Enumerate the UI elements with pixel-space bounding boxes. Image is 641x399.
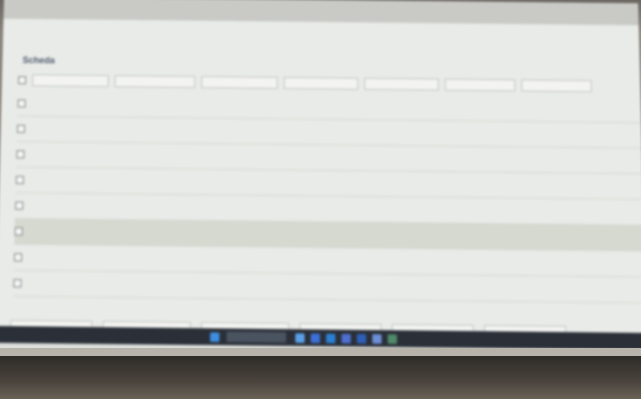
filter-4[interactable] (283, 76, 359, 90)
row-checkbox[interactable] (13, 279, 22, 288)
filter-row (18, 73, 632, 94)
data-table (13, 91, 641, 304)
table-cell-c2 (116, 130, 199, 131)
table-cell-c3 (198, 208, 281, 209)
table-cell-c6 (439, 133, 500, 134)
row-checkbox[interactable] (15, 175, 24, 185)
taskbar-weather[interactable] (2, 334, 207, 336)
table-cell-c6 (440, 236, 501, 237)
table-cell-c1[interactable] (23, 206, 114, 207)
table-cell-c4 (281, 183, 360, 184)
table-cell-c6 (440, 184, 501, 185)
filter-7[interactable] (521, 79, 592, 93)
table-cell-c4 (282, 157, 361, 158)
table-cell-c5 (361, 287, 441, 288)
table-cell-c2 (115, 181, 198, 182)
filter-5[interactable] (364, 77, 439, 91)
row-checkbox[interactable] (16, 124, 26, 133)
table-cell-c1[interactable] (23, 231, 115, 232)
row-checkbox[interactable] (17, 99, 26, 108)
filter-6[interactable] (444, 78, 516, 92)
laptop-base (0, 356, 641, 399)
table-cell-c1[interactable] (22, 257, 114, 258)
monitor-screen: Scheda (0, 0, 641, 363)
mail-icon[interactable] (341, 333, 351, 343)
table-cell-c1[interactable] (22, 283, 114, 284)
table-cell-c1[interactable] (24, 154, 115, 155)
table-cell-c5 (360, 158, 439, 159)
table-cell-c6 (439, 159, 500, 160)
table-cell-c5 (360, 132, 439, 133)
table-cell-c4 (282, 132, 361, 133)
table-cell-c2 (114, 232, 197, 233)
table-cell-c4 (281, 286, 361, 287)
row-checkbox[interactable] (16, 150, 25, 159)
table-cell-c3 (198, 182, 281, 183)
table-cell-c3 (199, 131, 282, 132)
table-cell-c5 (361, 209, 440, 210)
task-view-icon[interactable] (295, 332, 305, 343)
table-cell-c5 (361, 184, 440, 185)
table-row[interactable] (13, 270, 641, 304)
table-cell-c2 (116, 104, 199, 105)
row-checkbox[interactable] (15, 201, 24, 210)
app-icon-3[interactable] (387, 333, 397, 344)
main-content: Scheda (0, 18, 641, 339)
row-checkbox[interactable] (14, 227, 23, 236)
table-cell-c4 (281, 260, 361, 261)
table-cell-c3 (198, 259, 282, 260)
table-cell-c3 (197, 285, 281, 286)
table-cell-c2 (116, 155, 199, 156)
table-cell-c2 (114, 284, 198, 285)
table-cell-c2 (114, 258, 198, 259)
windows-start-icon[interactable] (210, 331, 220, 342)
table-cell-c4 (282, 106, 361, 107)
table-cell-c4 (281, 234, 360, 235)
table-cell-c4 (281, 208, 360, 209)
table-cell-c3 (199, 105, 282, 106)
select-all-checkbox[interactable] (18, 76, 27, 85)
table-cell-c6 (440, 210, 501, 211)
app-icon-2[interactable] (372, 333, 382, 344)
browser-icon[interactable] (326, 333, 336, 343)
table-cell-c6 (439, 108, 500, 109)
table-cell-c3 (198, 233, 281, 234)
table-cell-c1[interactable] (24, 180, 115, 181)
app-icon[interactable] (356, 333, 367, 344)
table-cell-c5 (361, 235, 440, 236)
table-cell-c5 (360, 107, 439, 108)
section-title: Scheda (22, 54, 55, 66)
row-checkbox[interactable] (13, 253, 23, 262)
table-cell-c6 (441, 288, 502, 289)
table-cell-c1[interactable] (26, 104, 117, 105)
filter-2[interactable] (114, 75, 196, 89)
filter-3[interactable] (201, 76, 278, 89)
filter-1[interactable] (32, 74, 109, 88)
table-cell-c2 (115, 207, 198, 208)
table-cell-c1[interactable] (25, 129, 116, 130)
taskbar-search-input[interactable] (226, 331, 287, 343)
table-cell-c6 (440, 262, 501, 263)
file-explorer-icon[interactable] (310, 333, 320, 343)
table-cell-c5 (361, 261, 441, 262)
table-cell-c3 (199, 156, 282, 157)
